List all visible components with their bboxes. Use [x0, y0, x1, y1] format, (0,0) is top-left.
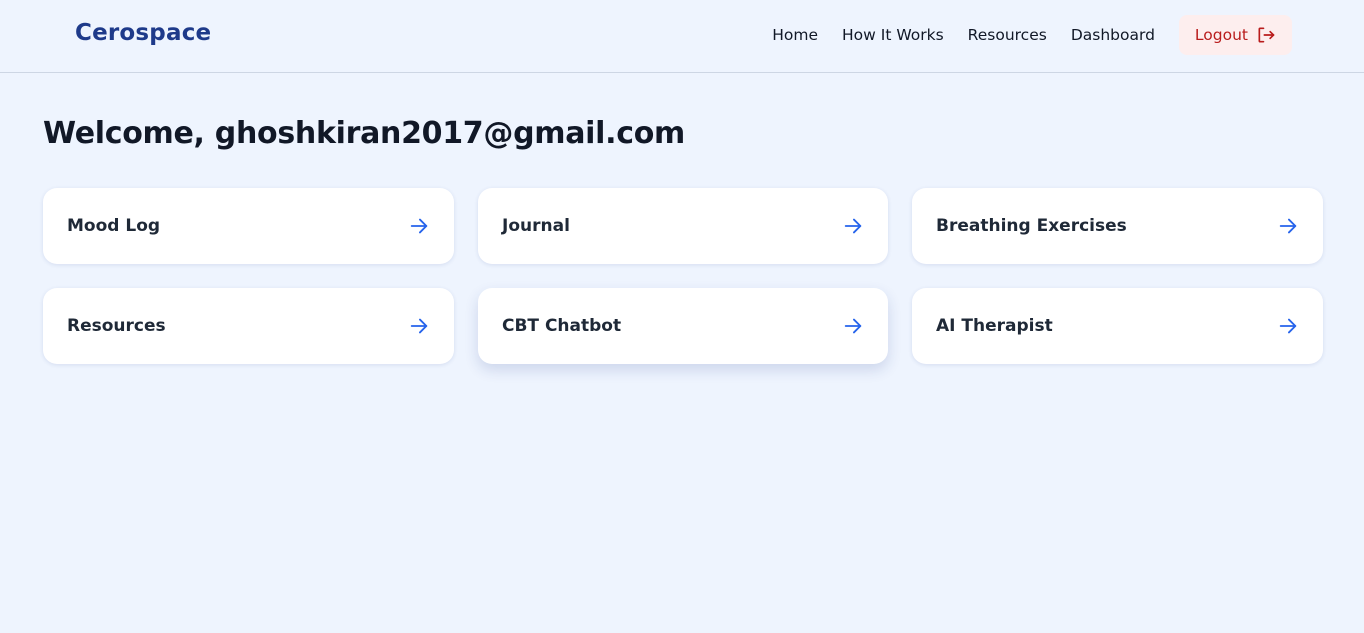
- nav-link-how-it-works[interactable]: How It Works: [842, 15, 944, 55]
- arrow-right-icon: [408, 315, 430, 337]
- card-label: Mood Log: [67, 216, 161, 236]
- card-label: Breathing Exercises: [936, 216, 1127, 236]
- feature-card-grid: Mood Log Journal Breathing Exercises Res…: [43, 188, 1323, 364]
- nav-link-dashboard[interactable]: Dashboard: [1071, 15, 1155, 55]
- card-label: CBT Chatbot: [502, 316, 622, 336]
- card-breathing-exercises[interactable]: Breathing Exercises: [912, 188, 1323, 264]
- logout-button[interactable]: Logout: [1178, 15, 1292, 55]
- arrow-right-icon: [1277, 315, 1299, 337]
- card-cbt-chatbot[interactable]: CBT Chatbot: [478, 288, 888, 364]
- nav-links: Home How It Works Resources Dashboard Lo…: [772, 15, 1292, 55]
- logout-label: Logout: [1194, 26, 1248, 44]
- card-label: Resources: [67, 316, 166, 336]
- arrow-right-icon: [408, 215, 430, 237]
- logout-icon: [1258, 27, 1275, 43]
- card-ai-therapist[interactable]: AI Therapist: [912, 288, 1323, 364]
- card-journal[interactable]: Journal: [478, 188, 888, 264]
- nav-link-home[interactable]: Home: [772, 15, 818, 55]
- card-mood-log[interactable]: Mood Log: [43, 188, 454, 264]
- card-resources[interactable]: Resources: [43, 288, 454, 364]
- welcome-heading: Welcome, ghoshkiran2017@gmail.com: [43, 116, 685, 151]
- card-label: Journal: [502, 216, 570, 236]
- arrow-right-icon: [1277, 215, 1299, 237]
- arrow-right-icon: [842, 315, 864, 337]
- arrow-right-icon: [842, 215, 864, 237]
- brand-logo[interactable]: Cerospace: [75, 20, 211, 46]
- navbar: Cerospace Home How It Works Resources Da…: [0, 0, 1364, 73]
- card-label: AI Therapist: [936, 316, 1053, 336]
- nav-link-resources[interactable]: Resources: [968, 15, 1047, 55]
